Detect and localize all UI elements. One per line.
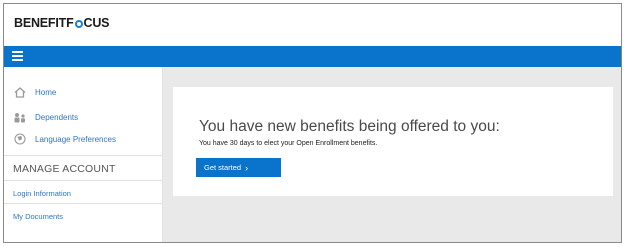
sidebar-item-label: Language Preferences — [35, 134, 116, 144]
sidebar-item-label: Home — [35, 87, 57, 97]
manage-account-heading: MANAGE ACCOUNT — [13, 163, 116, 175]
sidebar-item-label: Dependents — [35, 112, 79, 122]
benefits-headline: You have new benefits being offered to y… — [199, 118, 500, 135]
top-nav-bar — [4, 46, 621, 67]
sidebar-item-language[interactable]: Language Preferences — [13, 131, 116, 147]
sidebar-divider — [4, 203, 162, 204]
my-documents-link[interactable]: My Documents — [13, 212, 63, 221]
login-information-link[interactable]: Login Information — [13, 189, 71, 198]
enrollment-subline: You have 30 days to elect your Open Enro… — [199, 140, 378, 147]
home-icon — [13, 86, 27, 98]
get-started-button[interactable]: Get started › — [196, 158, 281, 177]
brand-logo: BENEFITF CUS — [14, 16, 110, 30]
dependents-icon — [13, 111, 27, 123]
sidebar-item-dependents[interactable]: Dependents — [13, 109, 78, 125]
app-window: BENEFITF CUS Home Dependents Language Pre… — [3, 3, 622, 243]
menu-icon[interactable] — [12, 51, 23, 61]
main-content — [163, 67, 621, 242]
chevron-right-icon: › — [245, 162, 249, 173]
sidebar-item-home[interactable]: Home — [13, 84, 56, 100]
sidebar-divider — [4, 155, 162, 156]
sidebar: Home Dependents Language Preferences MAN… — [4, 67, 163, 242]
logo-ring-icon — [74, 20, 83, 28]
get-started-label: Get started — [204, 163, 242, 172]
globe-icon — [13, 133, 27, 145]
sidebar-divider — [4, 180, 162, 181]
